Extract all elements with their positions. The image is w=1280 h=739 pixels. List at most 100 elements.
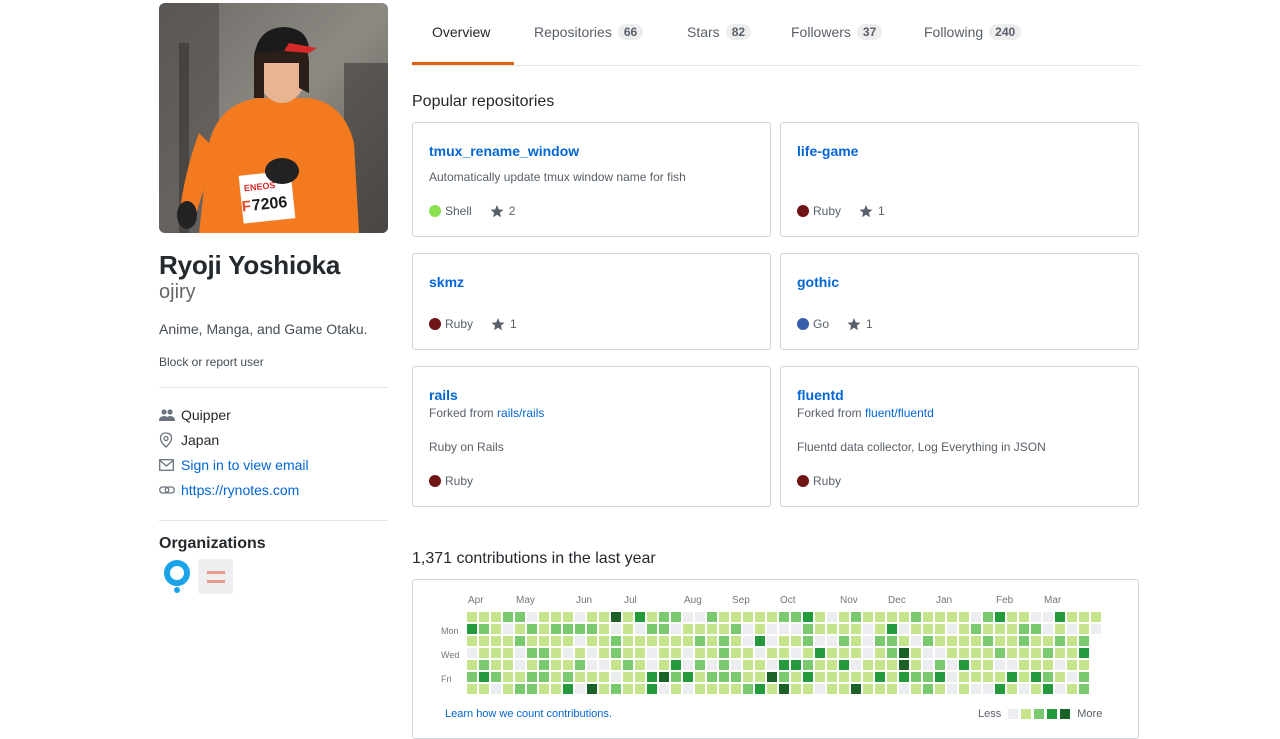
contribution-day[interactable]: [1043, 672, 1053, 682]
contribution-day[interactable]: [491, 684, 501, 694]
contribution-day[interactable]: [995, 624, 1005, 634]
contribution-day[interactable]: [875, 648, 885, 658]
contribution-day[interactable]: [743, 660, 753, 670]
contribution-day[interactable]: [719, 636, 729, 646]
contribution-day[interactable]: [1019, 660, 1029, 670]
contribution-day[interactable]: [755, 684, 765, 694]
contribution-day[interactable]: [479, 660, 489, 670]
contribution-day[interactable]: [695, 648, 705, 658]
contribution-day[interactable]: [1055, 672, 1065, 682]
contribution-day[interactable]: [587, 612, 597, 622]
contribution-day[interactable]: [743, 672, 753, 682]
tab-following[interactable]: Following 240: [924, 24, 1022, 40]
contribution-day[interactable]: [827, 684, 837, 694]
contribution-day[interactable]: [1043, 612, 1053, 622]
contribution-day[interactable]: [731, 612, 741, 622]
contribution-day[interactable]: [767, 648, 777, 658]
contribution-day[interactable]: [1091, 612, 1101, 622]
repo-name-link[interactable]: tmux_rename_window: [429, 143, 579, 159]
contribution-day[interactable]: [959, 648, 969, 658]
contribution-day[interactable]: [707, 612, 717, 622]
contribution-day[interactable]: [515, 636, 525, 646]
contribution-day[interactable]: [1019, 612, 1029, 622]
contribution-day[interactable]: [1079, 672, 1089, 682]
contribution-day[interactable]: [707, 624, 717, 634]
contribution-day[interactable]: [599, 672, 609, 682]
contribution-day[interactable]: [1019, 672, 1029, 682]
contribution-day[interactable]: [755, 636, 765, 646]
contribution-day[interactable]: [587, 684, 597, 694]
contribution-day[interactable]: [515, 648, 525, 658]
contribution-day[interactable]: [527, 660, 537, 670]
contribution-day[interactable]: [527, 612, 537, 622]
contribution-day[interactable]: [779, 612, 789, 622]
contribution-day[interactable]: [875, 636, 885, 646]
contribution-day[interactable]: [971, 660, 981, 670]
contribution-day[interactable]: [1079, 636, 1089, 646]
contribution-day[interactable]: [779, 624, 789, 634]
contribution-day[interactable]: [995, 672, 1005, 682]
contribution-day[interactable]: [983, 684, 993, 694]
contribution-day[interactable]: [1031, 612, 1041, 622]
block-report-link[interactable]: Block or report user: [159, 355, 388, 369]
contribution-day[interactable]: [1067, 684, 1077, 694]
contribution-day[interactable]: [611, 624, 621, 634]
contribution-day[interactable]: [935, 672, 945, 682]
repo-stars[interactable]: 1: [491, 317, 517, 331]
contribution-day[interactable]: [935, 648, 945, 658]
contribution-day[interactable]: [827, 636, 837, 646]
contribution-day[interactable]: [1067, 660, 1077, 670]
contribution-day[interactable]: [803, 672, 813, 682]
contribution-day[interactable]: [1055, 660, 1065, 670]
contribution-day[interactable]: [695, 612, 705, 622]
contribution-day[interactable]: [935, 684, 945, 694]
contribution-day[interactable]: [731, 648, 741, 658]
contribution-day[interactable]: [539, 624, 549, 634]
contribution-day[interactable]: [911, 684, 921, 694]
contribution-day[interactable]: [863, 672, 873, 682]
contribution-day[interactable]: [947, 636, 957, 646]
contribution-day[interactable]: [635, 672, 645, 682]
repo-stars[interactable]: 1: [859, 204, 885, 218]
contribution-day[interactable]: [791, 672, 801, 682]
org-quipper-logo[interactable]: [159, 559, 194, 594]
contribution-day[interactable]: [599, 660, 609, 670]
contribution-day[interactable]: [491, 660, 501, 670]
contribution-day[interactable]: [491, 672, 501, 682]
contribution-day[interactable]: [731, 660, 741, 670]
contribution-day[interactable]: [647, 660, 657, 670]
contribution-day[interactable]: [647, 636, 657, 646]
contribution-day[interactable]: [671, 624, 681, 634]
contribution-day[interactable]: [803, 648, 813, 658]
contribution-day[interactable]: [611, 660, 621, 670]
contribution-day[interactable]: [947, 672, 957, 682]
contribution-day[interactable]: [863, 648, 873, 658]
contribution-day[interactable]: [779, 648, 789, 658]
contribution-day[interactable]: [575, 648, 585, 658]
contribution-day[interactable]: [899, 636, 909, 646]
contribution-day[interactable]: [467, 636, 477, 646]
contribution-day[interactable]: [995, 660, 1005, 670]
contribution-day[interactable]: [563, 636, 573, 646]
contribution-day[interactable]: [563, 648, 573, 658]
contribution-day[interactable]: [899, 684, 909, 694]
contribution-day[interactable]: [875, 624, 885, 634]
contribution-day[interactable]: [671, 636, 681, 646]
contribution-day[interactable]: [683, 624, 693, 634]
contribution-day[interactable]: [851, 612, 861, 622]
contribution-day[interactable]: [563, 612, 573, 622]
contribution-day[interactable]: [467, 660, 477, 670]
avatar[interactable]: ENEOS F 7206: [159, 3, 388, 233]
contribution-day[interactable]: [875, 612, 885, 622]
contribution-day[interactable]: [551, 612, 561, 622]
contribution-day[interactable]: [755, 612, 765, 622]
contribution-day[interactable]: [587, 624, 597, 634]
contribution-day[interactable]: [1007, 612, 1017, 622]
contribution-day[interactable]: [791, 612, 801, 622]
contribution-day[interactable]: [659, 660, 669, 670]
contribution-day[interactable]: [1031, 648, 1041, 658]
contribution-day[interactable]: [779, 660, 789, 670]
contribution-day[interactable]: [635, 684, 645, 694]
contribution-day[interactable]: [875, 660, 885, 670]
contribution-day[interactable]: [575, 636, 585, 646]
